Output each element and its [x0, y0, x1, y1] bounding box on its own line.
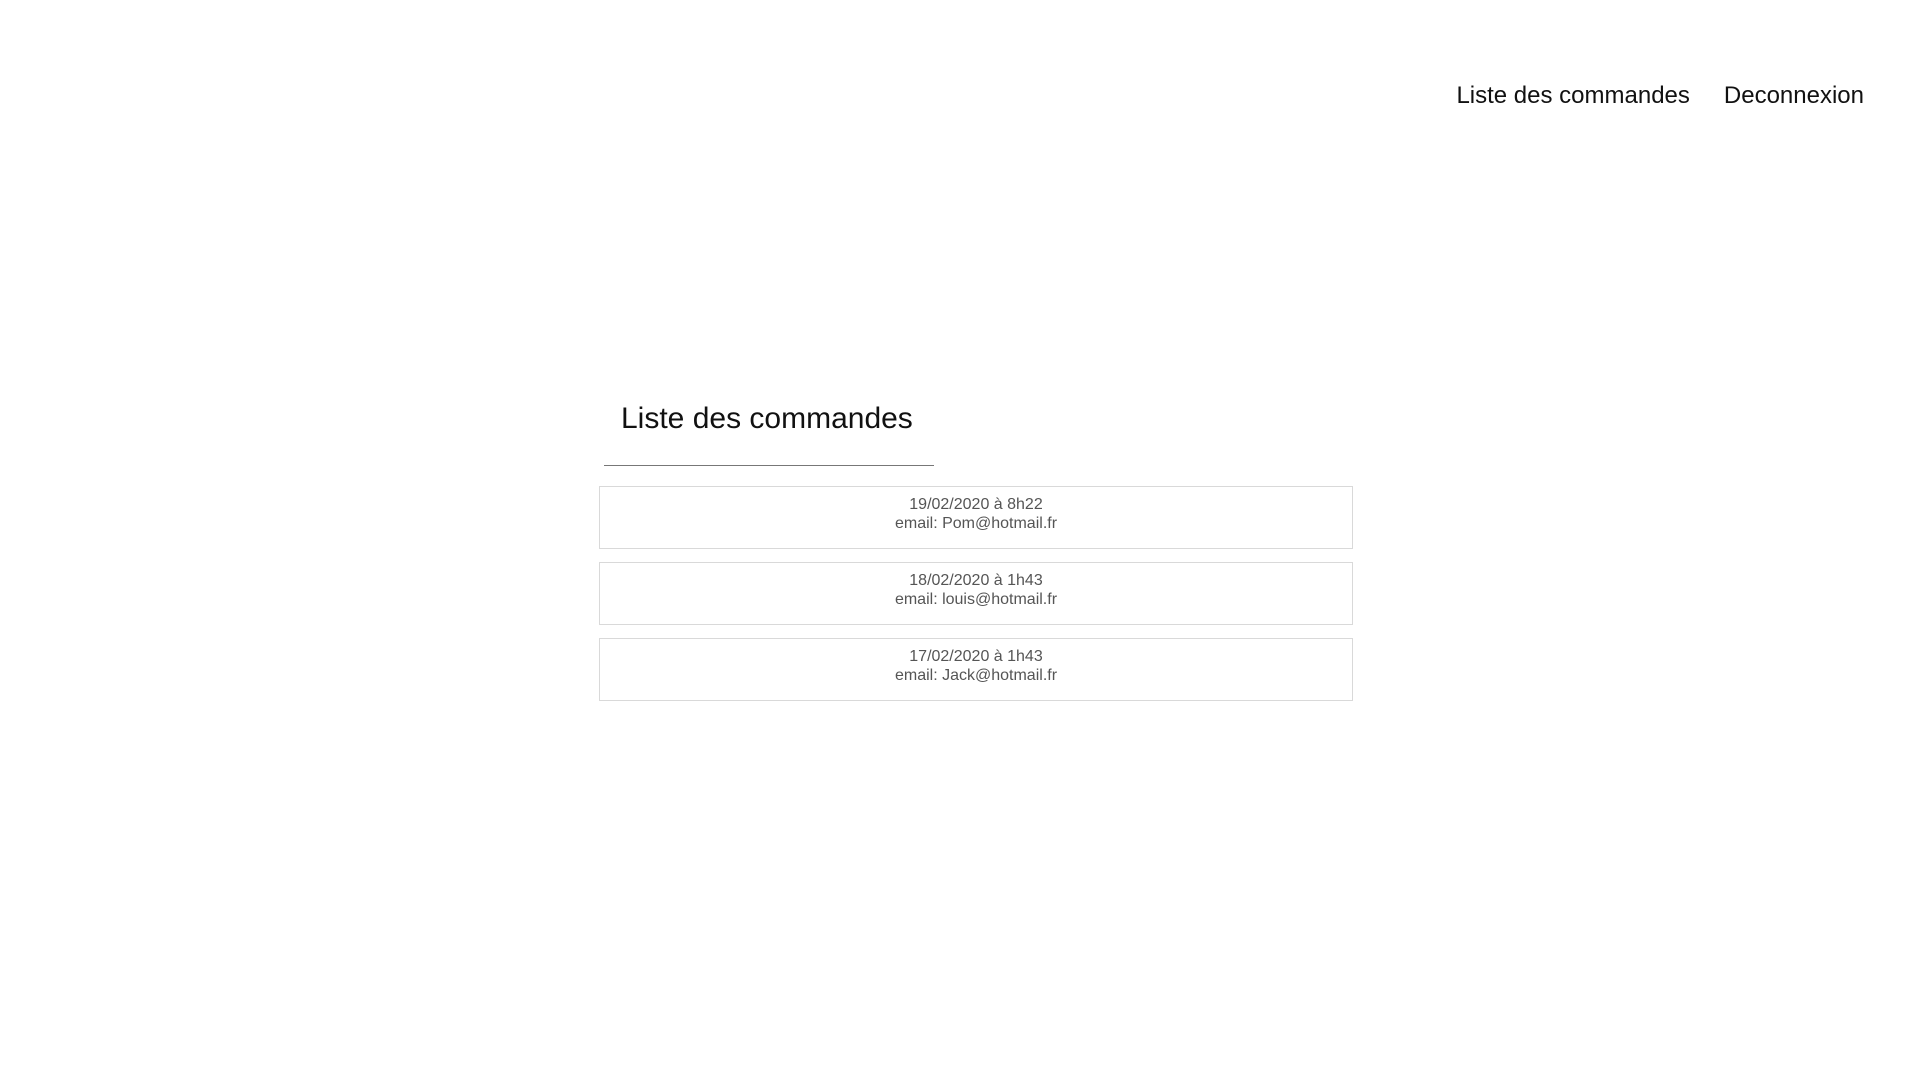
order-item[interactable]: 19/02/2020 à 8h22 email: Pom@hotmail.fr	[599, 486, 1353, 549]
order-item[interactable]: 17/02/2020 à 1h43 email: Jack@hotmail.fr	[599, 638, 1353, 701]
main-content: Liste des commandes 19/02/2020 à 8h22 em…	[599, 398, 1353, 701]
orders-list-link[interactable]: Liste des commandes	[1456, 82, 1689, 110]
order-date: 17/02/2020 à 1h43	[909, 648, 1043, 665]
order-date: 18/02/2020 à 1h43	[909, 572, 1043, 589]
top-nav: Liste des commandes Deconnexion	[1456, 82, 1864, 110]
order-list: 19/02/2020 à 8h22 email: Pom@hotmail.fr …	[599, 486, 1353, 714]
order-email: email: louis@hotmail.fr	[894, 591, 1058, 608]
logout-link[interactable]: Deconnexion	[1724, 82, 1864, 110]
title-divider	[604, 465, 934, 466]
order-email: email: Pom@hotmail.fr	[894, 515, 1058, 532]
order-date: 19/02/2020 à 8h22	[909, 496, 1043, 513]
page-title: Liste des commandes	[621, 402, 913, 435]
order-item[interactable]: 18/02/2020 à 1h43 email: louis@hotmail.f…	[599, 562, 1353, 625]
order-email: email: Jack@hotmail.fr	[894, 667, 1058, 684]
